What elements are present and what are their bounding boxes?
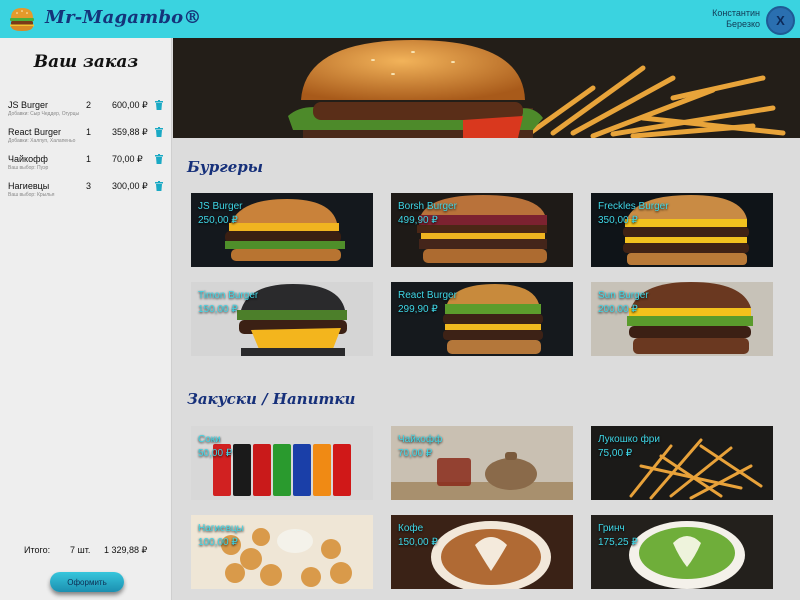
order-item-qty: 1: [86, 154, 92, 164]
trash-icon[interactable]: [155, 181, 163, 191]
menu-card[interactable]: Кофе 150,00 ₽: [391, 515, 573, 589]
menu-card-price: 350,00 ₽: [598, 215, 638, 226]
menu-card-name: Чайкофф: [398, 434, 443, 445]
menu-card-price: 200,00 ₽: [598, 304, 638, 315]
menu-card-name: Нагиевцы: [198, 523, 244, 534]
user-name: Константин Березко: [690, 8, 760, 30]
order-item-name: JS Burger: [8, 100, 49, 110]
menu-card-name: Гринч: [598, 523, 625, 534]
menu-area: Бургеры JS Burger 250,00 ₽ Borsh Burger …: [173, 38, 800, 600]
order-item: Нагиевцы 3 300,00 ₽ Ваш выбор: Крылья: [8, 181, 168, 208]
menu-card[interactable]: Borsh Burger 499,90 ₽: [391, 193, 573, 267]
checkout-button[interactable]: Оформить: [50, 572, 124, 592]
user-last-name: Березко: [726, 19, 760, 29]
brand-name: Mr-Magambo®: [45, 7, 202, 28]
order-item: Чайкофф 1 70,00 ₽ Ваш выбор: Пуэр: [8, 154, 168, 181]
menu-card[interactable]: Timon Burger 150,00 ₽: [191, 282, 373, 356]
menu-card-price: 150,00 ₽: [398, 537, 438, 548]
menu-card[interactable]: JS Burger 250,00 ₽: [191, 193, 373, 267]
menu-card[interactable]: Лукошко фри 75,00 ₽: [591, 426, 773, 500]
order-title: Ваш заказ: [33, 52, 139, 72]
menu-card[interactable]: React Burger 299,90 ₽: [391, 282, 573, 356]
order-item-qty: 3: [86, 181, 92, 191]
trash-icon[interactable]: [155, 154, 163, 164]
menu-card-name: Freckles Burger: [598, 201, 669, 212]
menu-card-price: 250,00 ₽: [198, 215, 238, 226]
order-item-price: 600,00 ₽: [112, 100, 148, 110]
menu-card[interactable]: Гринч 175,25 ₽: [591, 515, 773, 589]
order-item-note: Ваш выбор: Крылья: [8, 192, 55, 198]
user-first-name: Константин: [712, 8, 760, 18]
total-label: Итого:: [24, 545, 51, 555]
burgers-section-title: Бургеры: [187, 158, 264, 176]
menu-card-name: Соки: [198, 434, 221, 445]
menu-card-name: Sun Burger: [598, 290, 649, 301]
menu-card-name: Кофе: [398, 523, 424, 534]
menu-card-name: Лукошко фри: [598, 434, 660, 445]
logout-button[interactable]: X: [766, 6, 795, 35]
menu-card-price: 299,90 ₽: [398, 304, 438, 315]
trash-icon[interactable]: [155, 100, 163, 110]
menu-card-price: 100,00 ₽: [198, 537, 238, 548]
menu-card[interactable]: Нагиевцы 100,00 ₽: [191, 515, 373, 589]
order-item-qty: 1: [86, 127, 92, 137]
order-item-price: 300,00 ₽: [112, 181, 148, 191]
menu-card-name: Timon Burger: [198, 290, 259, 301]
menu-card-price: 150,00 ₽: [198, 304, 238, 315]
total-sum: 1 329,88 ₽: [104, 545, 148, 555]
menu-card-price: 50,00 ₽: [198, 448, 233, 459]
order-sidebar: Ваш заказ JS Burger 2 600,00 ₽ Добавки: …: [0, 38, 172, 600]
menu-card[interactable]: Соки 50,00 ₽: [191, 426, 373, 500]
trash-icon[interactable]: [155, 127, 163, 137]
order-item-name: React Burger: [8, 127, 62, 137]
order-list: JS Burger 2 600,00 ₽ Добавки: Сыр Чеддер…: [8, 100, 168, 208]
menu-card[interactable]: Sun Burger 200,00 ₽: [591, 282, 773, 356]
menu-card-price: 70,00 ₽: [398, 448, 433, 459]
order-item-qty: 2: [86, 100, 92, 110]
order-total: Итого: 7 шт. 1 329,88 ₽: [0, 545, 172, 559]
order-item: JS Burger 2 600,00 ₽ Добавки: Сыр Чеддер…: [8, 100, 168, 127]
menu-card-name: React Burger: [398, 290, 457, 301]
menu-card-price: 175,25 ₽: [598, 537, 638, 548]
order-item-note: Ваш выбор: Пуэр: [8, 165, 49, 171]
order-item-price: 70,00 ₽: [112, 154, 143, 164]
menu-card-name: Borsh Burger: [398, 201, 457, 212]
order-item-name: Нагиевцы: [8, 181, 50, 191]
total-quantity: 7 шт.: [70, 545, 91, 555]
menu-card[interactable]: Freckles Burger 350,00 ₽: [591, 193, 773, 267]
menu-card-price: 75,00 ₽: [598, 448, 633, 459]
order-item-name: Чайкофф: [8, 154, 48, 164]
order-item-price: 359,88 ₽: [112, 127, 148, 137]
menu-card-name: JS Burger: [198, 201, 243, 212]
burger-logo-icon[interactable]: [8, 5, 36, 33]
top-bar: Mr-Magambo® Константин Березко X: [0, 0, 800, 38]
order-item: React Burger 1 359,88 ₽ Добавки: Халпуп,…: [8, 127, 168, 154]
order-item-note: Добавки: Сыр Чеддер, Огурцы: [8, 111, 80, 117]
order-item-note: Добавки: Халпуп, Халапеньо: [8, 138, 76, 144]
menu-card[interactable]: Чайкофф 70,00 ₽: [391, 426, 573, 500]
hero-banner-image: [173, 38, 800, 138]
menu-card-price: 499,90 ₽: [398, 215, 438, 226]
snacks-section-title: Закуски / Напитки: [187, 390, 356, 408]
